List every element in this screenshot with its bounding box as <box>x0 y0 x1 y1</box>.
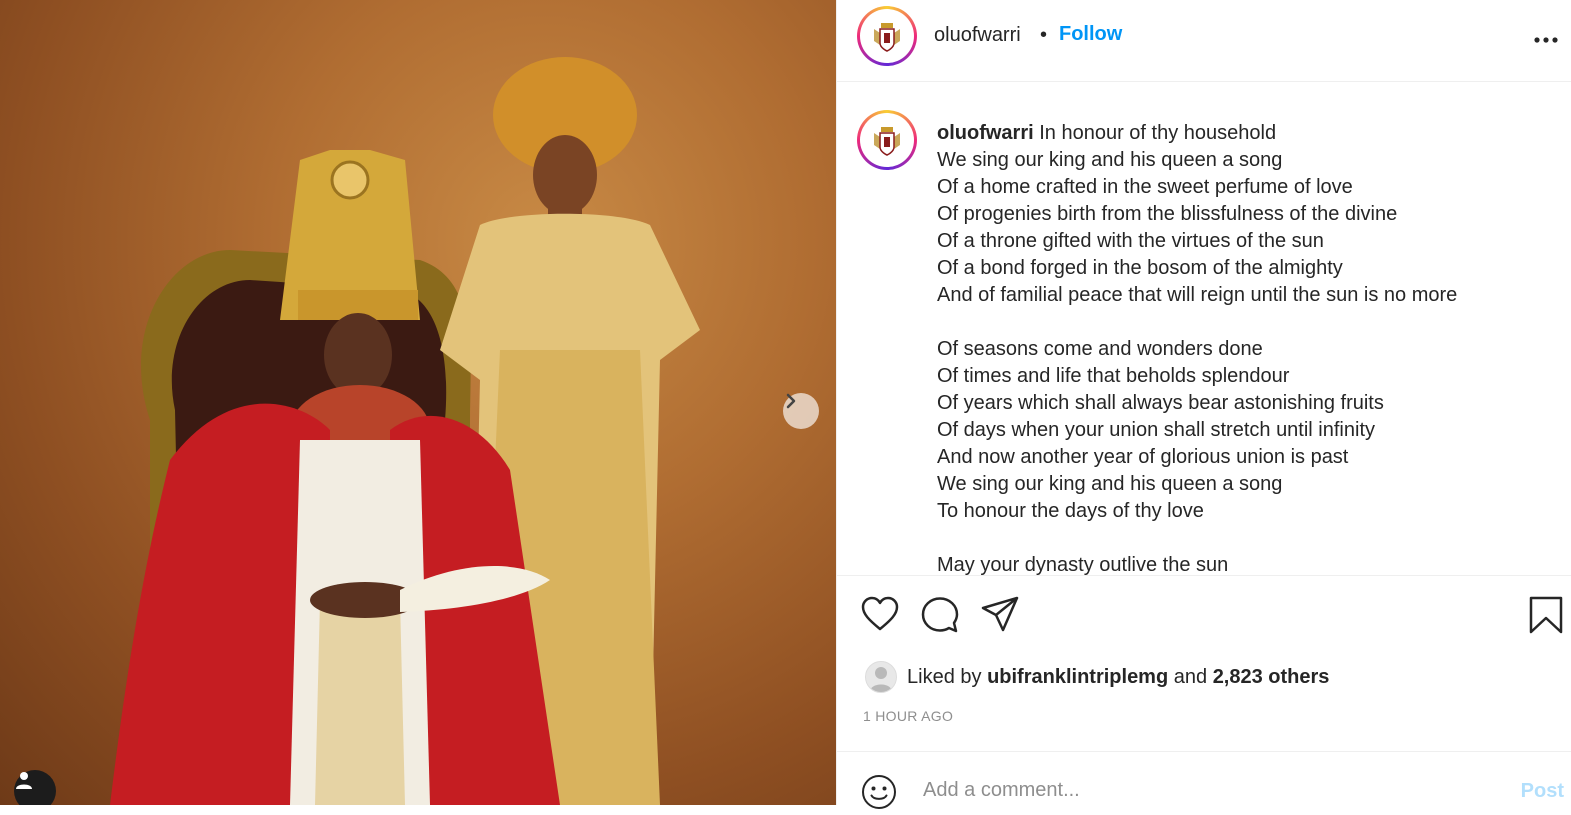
liker-username[interactable]: ubifranklintriplemg <box>987 666 1168 688</box>
header-separator: • <box>1040 24 1048 46</box>
likes-others-link[interactable]: 2,823 others <box>1213 666 1330 688</box>
liked-by-prefix: Liked by <box>907 665 982 688</box>
liker-avatar[interactable] <box>865 661 897 693</box>
caption-section[interactable]: oluofwarri In honour of thy household We… <box>837 82 1571 576</box>
emoji-button[interactable] <box>861 774 897 815</box>
heart-icon <box>861 596 899 631</box>
tagged-users-button[interactable] <box>14 770 56 805</box>
next-photo-button[interactable] <box>783 393 819 429</box>
post-timestamp[interactable]: 1 HOUR AGO <box>863 708 953 724</box>
bookmark-icon <box>1529 596 1563 634</box>
post-side-panel: oluofwarri • Follow oluofwarri In honour… <box>836 0 1571 809</box>
crest-icon <box>874 127 900 156</box>
share-button[interactable] <box>981 596 1019 637</box>
follow-button[interactable]: Follow <box>1059 23 1122 46</box>
post-media <box>0 0 836 805</box>
comment-bar: Post <box>837 751 1571 809</box>
liked-by-conjunction: and <box>1173 665 1208 688</box>
chevron-right-icon <box>786 393 796 409</box>
action-bar <box>837 590 1571 642</box>
comment-button[interactable] <box>921 596 959 639</box>
more-icon <box>1534 37 1558 43</box>
person-icon <box>870 667 892 692</box>
comment-icon <box>921 597 959 633</box>
more-options-button[interactable] <box>1534 24 1558 44</box>
caption-text: oluofwarri In honour of thy household We… <box>937 120 1557 576</box>
avatar[interactable] <box>857 6 917 66</box>
header-username[interactable]: oluofwarri <box>934 24 1021 47</box>
user-tag-icon <box>16 772 32 789</box>
crest-icon <box>874 23 900 52</box>
post-header: oluofwarri • Follow <box>837 0 1571 82</box>
share-icon <box>981 596 1019 632</box>
caption-username[interactable]: oluofwarri <box>937 122 1034 144</box>
comment-input[interactable] <box>921 778 1485 803</box>
caption-body: In honour of thy household We sing our k… <box>937 122 1458 576</box>
caption-avatar[interactable] <box>857 110 917 170</box>
save-button[interactable] <box>1529 596 1563 639</box>
likes-summary: Liked by ubifranklintriplemg and 2,823 o… <box>865 660 1329 694</box>
like-button[interactable] <box>861 596 899 637</box>
post-photo <box>110 57 700 805</box>
liked-by-text: Liked by ubifranklintriplemg and 2,823 o… <box>907 666 1329 689</box>
post-comment-button[interactable]: Post <box>1521 780 1564 803</box>
